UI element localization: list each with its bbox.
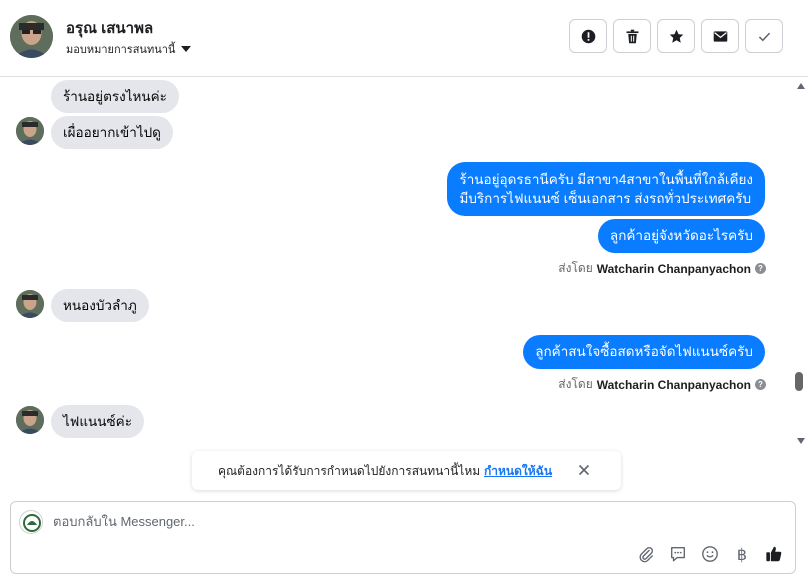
outgoing-message-line: มีบริการไฟแนนซ์ เซ็นเอกสาร ส่งรถทั่วประเ… (459, 191, 752, 206)
smiley-icon (702, 546, 718, 562)
emoji-button[interactable] (700, 544, 720, 564)
contact-avatar-small (16, 406, 44, 434)
contact-avatar-small (16, 117, 44, 145)
page-avatar (19, 510, 43, 534)
header-actions (569, 19, 783, 53)
incoming-message: เผื่ออยากเข้าไปดู (51, 116, 173, 149)
star-icon (669, 29, 683, 43)
sent-by-prefix: ส่งโดย (558, 377, 593, 391)
scrollbar-thumb[interactable] (795, 372, 803, 391)
envelope-icon (713, 30, 727, 42)
info-icon[interactable]: ? (755, 263, 766, 274)
contact-name[interactable]: อรุณ เสนาพล (66, 16, 153, 40)
sent-by-prefix: ส่งโดย (558, 261, 593, 275)
scroll-up-arrow-icon[interactable] (797, 83, 805, 89)
assign-to-me-link[interactable]: กำหนดให้ฉัน (484, 462, 552, 481)
chat-bubble-icon (671, 547, 685, 562)
assign-prompt-text: คุณต้องการได้รับการกำหนดไปยังการสนทนานี้… (218, 464, 481, 478)
contact-avatar-small (16, 290, 44, 318)
outgoing-message: ลูกค้าสนใจซื้อสดหรือจัดไฟแนนซ์ครับ (523, 335, 765, 369)
incoming-message: ไฟแนนซ์ค่ะ (51, 405, 144, 438)
contact-avatar[interactable] (10, 15, 53, 58)
sent-by-label: ส่งโดย Watcharin Chanpanyachon ? (558, 375, 766, 394)
sent-by-name: Watcharin Chanpanyachon (596, 377, 751, 392)
delete-button[interactable] (613, 19, 651, 53)
check-icon (758, 32, 770, 41)
sent-by-label: ส่งโดย Watcharin Chanpanyachon ? (558, 259, 766, 278)
sent-by-name: Watcharin Chanpanyachon (596, 261, 751, 276)
outgoing-message: ลูกค้าอยู่จังหวัดอะไรครับ (597, 219, 765, 253)
incoming-message: หนองบัวลำภู (51, 289, 149, 322)
mark-done-button[interactable] (745, 19, 783, 53)
star-button[interactable] (657, 19, 695, 53)
paperclip-icon (639, 547, 653, 563)
like-button[interactable] (764, 544, 784, 564)
incoming-message: ร้านอยู่ตรงไหนค่ะ (51, 80, 179, 113)
conversation-header: อรุณ เสนาพล มอบหมายการสนทนานี้ (0, 0, 808, 77)
thumbs-up-icon (766, 546, 782, 562)
info-icon[interactable]: ? (755, 379, 766, 390)
trash-icon (626, 29, 638, 43)
close-icon[interactable] (576, 462, 592, 478)
assign-conversation-dropdown[interactable]: มอบหมายการสนทนานี้ (66, 40, 192, 58)
caret-down-icon (181, 46, 192, 52)
outgoing-message: ร้านอยู่อุดรธานีครับ มีสาขา4สาขาในพื้นที… (447, 162, 765, 216)
assign-prompt-banner: คุณต้องการได้รับการกำหนดไปยังการสนทนานี้… (192, 451, 621, 490)
reply-composer: ฿ (10, 501, 796, 574)
exclamation-icon (581, 29, 595, 43)
payment-button[interactable]: ฿ (732, 544, 752, 564)
composer-tools: ฿ (636, 544, 784, 564)
saved-replies-button[interactable] (668, 544, 688, 564)
attach-button[interactable] (636, 544, 656, 564)
thread-scrollbar[interactable] (794, 78, 808, 450)
message-thread[interactable]: ร้านอยู่ตรงไหนค่ะ เผื่ออยากเข้าไปดู ร้าน… (0, 78, 794, 450)
outgoing-message-line: ร้านอยู่อุดรธานีครับ มีสาขา4สาขาในพื้นที… (459, 172, 753, 187)
baht-icon: ฿ (736, 544, 748, 564)
mark-unread-button[interactable] (701, 19, 739, 53)
report-spam-button[interactable] (569, 19, 607, 53)
assign-label: มอบหมายการสนทนานี้ (66, 44, 176, 56)
reply-input[interactable] (53, 514, 653, 529)
scroll-down-arrow-icon[interactable] (797, 438, 805, 444)
